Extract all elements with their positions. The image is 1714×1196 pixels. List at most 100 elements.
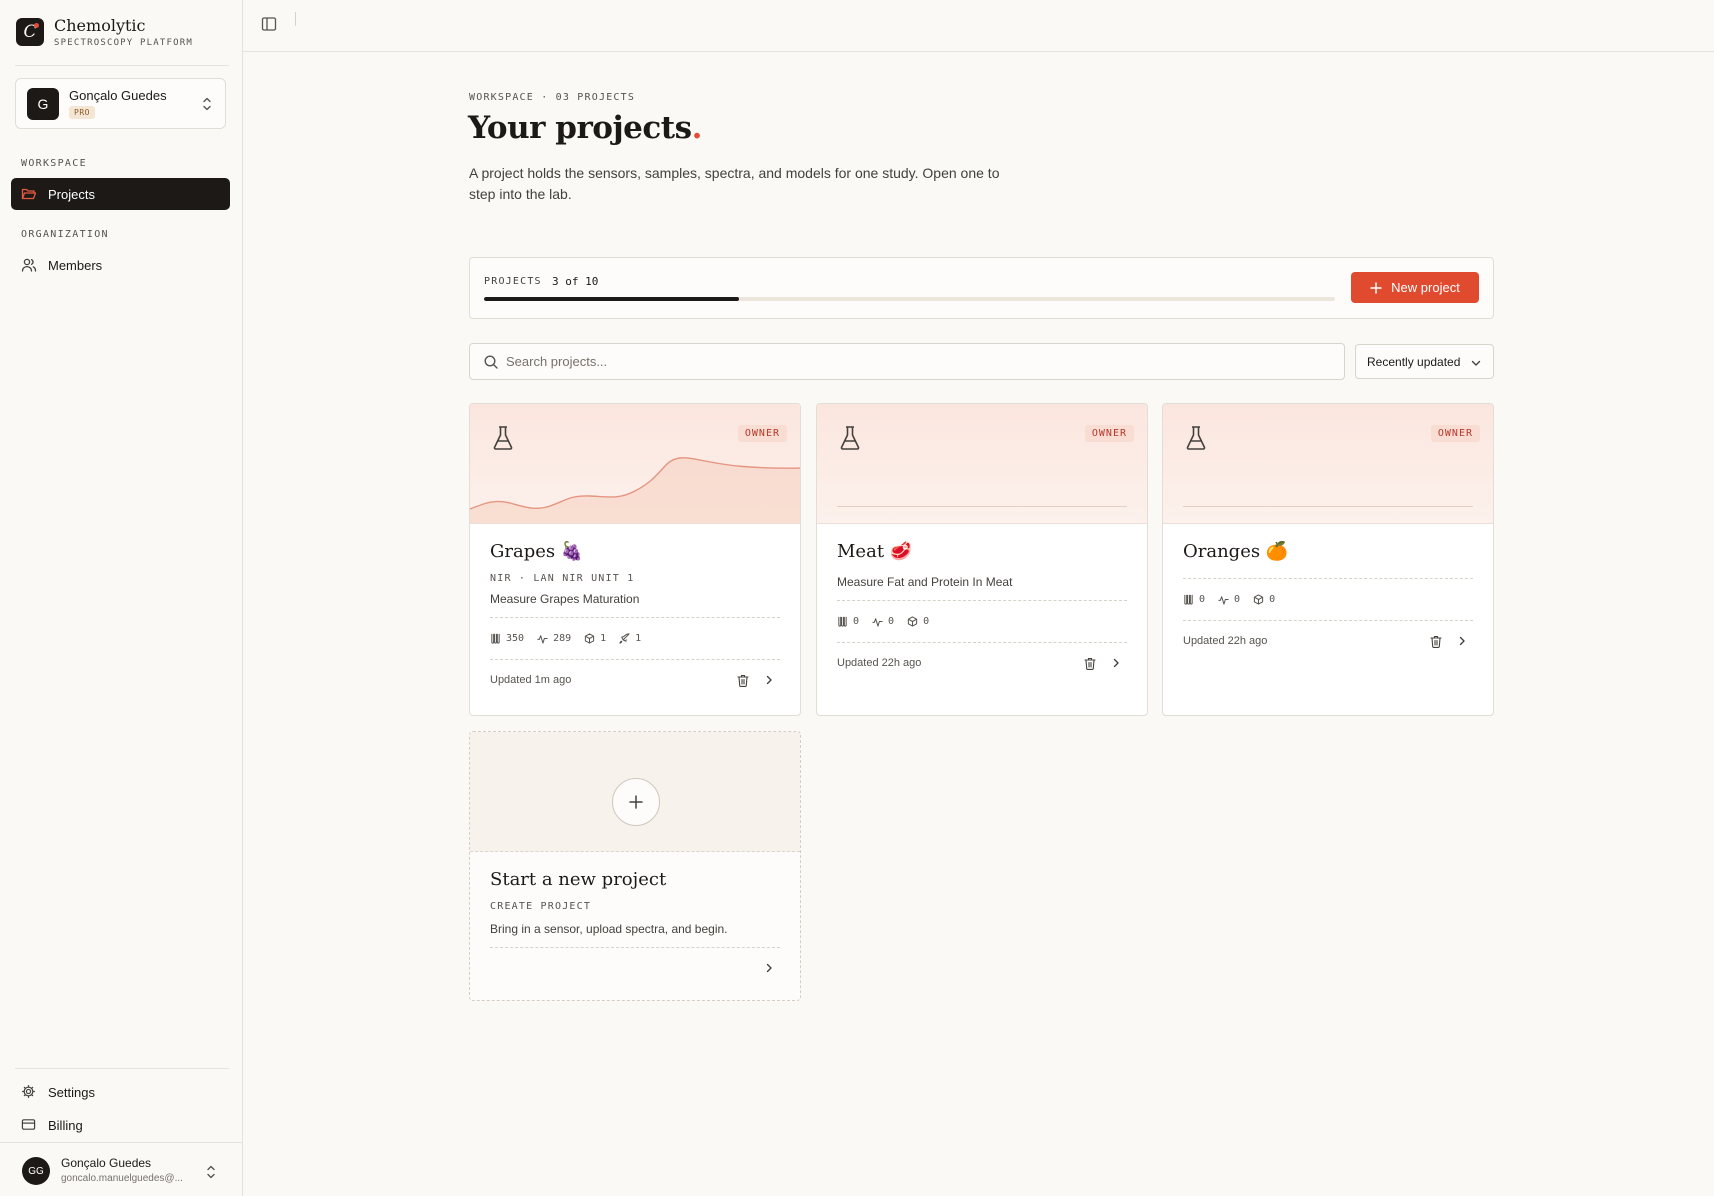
- section-label-workspace: WORKSPACE: [21, 158, 87, 169]
- flask-icon: [493, 426, 513, 450]
- test-tubes-icon: [838, 616, 847, 627]
- sidebar-item-label: Billing: [48, 1117, 83, 1133]
- stat-models: 0: [1253, 594, 1275, 605]
- quota-progress-bar: [484, 297, 1335, 301]
- activity-icon: [872, 618, 883, 627]
- account-name: Gonçalo Guedes: [69, 88, 167, 103]
- sidebar-divider: [15, 1068, 229, 1069]
- users-icon: [21, 257, 37, 273]
- plus-icon: [629, 795, 643, 809]
- role-badge: OWNER: [1430, 425, 1480, 442]
- rocket-icon: [619, 633, 630, 644]
- new-project-title: Start a new project: [490, 869, 667, 890]
- stat-deployments: 1: [619, 633, 641, 644]
- chevron-right-icon[interactable]: [763, 674, 775, 686]
- project-description: Measure Grapes Maturation: [490, 592, 640, 606]
- project-title: Meat 🥩: [837, 541, 913, 562]
- trash-icon[interactable]: [737, 674, 749, 687]
- role-badge: OWNER: [737, 425, 787, 442]
- page-description: A project holds the sensors, samples, sp…: [469, 165, 1000, 202]
- card-header: [470, 732, 800, 852]
- card-header: OWNER: [817, 404, 1147, 524]
- role-badge: OWNER: [1084, 425, 1134, 442]
- brand-name: Chemolytic: [54, 16, 146, 35]
- sidebar-toggle-icon[interactable]: [261, 16, 277, 32]
- user-email: goncalo.manuelguedes@...: [61, 1173, 183, 1184]
- stat-samples: 350: [490, 633, 524, 644]
- spectrum-sparkline: [470, 457, 800, 523]
- trash-icon[interactable]: [1430, 635, 1442, 648]
- add-project-button[interactable]: [612, 778, 660, 826]
- account-switcher[interactable]: G Gonçalo Guedes PRO: [15, 78, 226, 129]
- stat-spectra: 289: [537, 633, 571, 644]
- new-project-description: Bring in a sensor, upload spectra, and b…: [490, 922, 728, 936]
- sidebar-item-projects[interactable]: Projects: [11, 178, 230, 210]
- new-project-card[interactable]: Start a new project CREATE PROJECT Bring…: [469, 731, 801, 1001]
- stat-spectra: 0: [872, 616, 894, 627]
- page-eyebrow: WORKSPACE · 03 PROJECTS: [469, 92, 636, 103]
- chevron-right-icon[interactable]: [763, 962, 775, 974]
- sidebar-item-label: Settings: [48, 1084, 95, 1100]
- brand-subtitle: SPECTROSCOPY PLATFORM: [54, 38, 193, 48]
- card-header: OWNER: [470, 404, 800, 524]
- project-card[interactable]: OWNER Grapes 🍇 NIR · LAN NIR UNIT 1 Meas…: [469, 403, 801, 716]
- flask-icon: [1186, 426, 1206, 450]
- search-bar: [469, 343, 1345, 380]
- plus-icon: [1370, 281, 1382, 294]
- sidebar-item-members[interactable]: Members: [11, 249, 230, 281]
- folder-open-icon: [21, 186, 37, 202]
- credit-card-icon: [21, 1117, 37, 1133]
- sort-selected: Recently updated: [1367, 354, 1461, 369]
- chevron-down-icon: [1471, 360, 1481, 366]
- sidebar-item-label: Members: [48, 257, 103, 273]
- sidebar-item-label: Projects: [48, 186, 95, 202]
- search-input[interactable]: [506, 344, 1326, 379]
- section-label-organization: ORGANIZATION: [21, 229, 109, 240]
- new-project-button[interactable]: New project: [1351, 272, 1479, 303]
- project-description: Measure Fat and Protein In Meat: [837, 575, 1013, 589]
- chevron-right-icon[interactable]: [1110, 657, 1122, 669]
- project-card[interactable]: OWNER Oranges 🍊 0 0 0 Updated 22h ago: [1162, 403, 1494, 716]
- project-stats: 0 0 0: [1183, 589, 1473, 610]
- updated-text: Updated 22h ago: [1183, 635, 1268, 647]
- activity-icon: [537, 635, 548, 644]
- brand[interactable]: C Chemolytic SPECTROSCOPY PLATFORM: [16, 16, 193, 48]
- plan-badge: PRO: [69, 106, 95, 119]
- page-title: Your projects.: [468, 110, 702, 146]
- stat-models: 1: [584, 633, 606, 644]
- quota-progress-fill: [484, 297, 740, 301]
- stat-spectra: 0: [1218, 594, 1240, 605]
- search-icon: [484, 355, 498, 369]
- activity-icon: [1218, 596, 1229, 605]
- new-project-meta: CREATE PROJECT: [490, 901, 592, 912]
- gear-icon: [21, 1084, 37, 1100]
- cube-icon: [584, 633, 595, 644]
- trash-icon[interactable]: [1084, 657, 1096, 670]
- cube-icon: [1253, 594, 1264, 605]
- empty-spectrum-line: [1183, 506, 1473, 507]
- project-title: Grapes 🍇: [490, 541, 584, 562]
- updated-text: Updated 1m ago: [490, 674, 572, 686]
- account-avatar: G: [27, 88, 59, 120]
- project-meta: NIR · LAN NIR UNIT 1: [490, 573, 635, 584]
- card-header: OWNER: [1163, 404, 1493, 524]
- sidebar-item-billing[interactable]: Billing: [11, 1109, 230, 1141]
- project-quota: PROJECTS 3 of 10 New project: [469, 257, 1494, 319]
- stat-samples: 0: [837, 616, 859, 627]
- sidebar: C Chemolytic SPECTROSCOPY PLATFORM G Gon…: [0, 0, 243, 1196]
- flask-icon: [840, 426, 860, 450]
- project-title: Oranges 🍊: [1183, 541, 1289, 562]
- test-tubes-icon: [1184, 594, 1193, 605]
- cube-icon: [907, 616, 918, 627]
- updated-text: Updated 22h ago: [837, 657, 922, 669]
- sort-select[interactable]: Recently updated: [1355, 344, 1494, 379]
- user-menu[interactable]: GG Gonçalo Guedes goncalo.manuelguedes@.…: [0, 1142, 243, 1196]
- quota-label: PROJECTS: [484, 276, 542, 287]
- test-tubes-icon: [491, 633, 500, 644]
- chevron-right-icon[interactable]: [1456, 635, 1468, 647]
- avatar: GG: [22, 1157, 50, 1185]
- project-card[interactable]: OWNER Meat 🥩 Measure Fat and Protein In …: [816, 403, 1148, 716]
- empty-spectrum-line: [837, 506, 1127, 507]
- stat-samples: 0: [1183, 594, 1205, 605]
- sidebar-item-settings[interactable]: Settings: [11, 1076, 230, 1108]
